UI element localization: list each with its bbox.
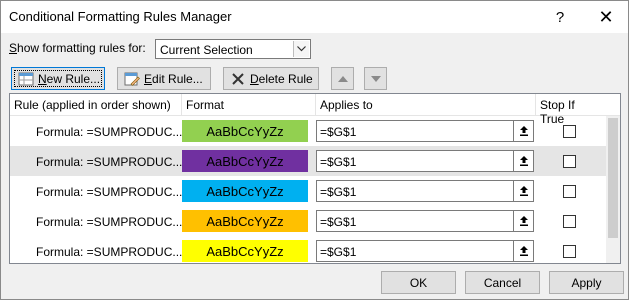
rule-row[interactable]: Formula: =SUMPRODUC... AaBbCcYyZz =$G$1 xyxy=(10,176,606,206)
rule-row[interactable]: Formula: =SUMPRODUC... AaBbCcYyZz =$G$1 xyxy=(10,146,606,176)
stop-if-true-checkbox[interactable] xyxy=(563,125,576,138)
format-preview: AaBbCcYyZz xyxy=(182,210,308,232)
rules-list-header: Rule (applied in order shown) Format App… xyxy=(10,94,620,126)
edit-rule-icon xyxy=(124,71,140,87)
delete-icon xyxy=(230,71,246,87)
collapse-dialog-button[interactable] xyxy=(513,151,533,171)
scrollbar-thumb[interactable] xyxy=(608,118,618,238)
stop-if-true-checkbox[interactable] xyxy=(563,215,576,228)
move-up-icon xyxy=(337,75,348,82)
stop-if-true-checkbox[interactable] xyxy=(563,185,576,198)
new-rule-icon xyxy=(18,71,34,87)
range-select-icon xyxy=(519,186,528,196)
rule-row[interactable]: Formula: =SUMPRODUC... AaBbCcYyZz =$G$1 xyxy=(10,116,606,146)
rule-description: Formula: =SUMPRODUC... xyxy=(36,125,183,139)
show-rules-select[interactable]: Current Selection xyxy=(155,39,311,59)
column-header-stop-if-true: Stop If True xyxy=(540,98,575,126)
rule-row[interactable]: Formula: =SUMPRODUC... AaBbCcYyZz =$G$1 xyxy=(10,236,606,263)
stop-if-true-checkbox[interactable] xyxy=(563,245,576,258)
applies-to-value: =$G$1 xyxy=(320,185,357,199)
rule-description: Formula: =SUMPRODUC... xyxy=(36,185,183,199)
applies-to-value: =$G$1 xyxy=(320,215,357,229)
column-header-rule: Rule (applied in order shown) xyxy=(10,94,182,116)
conditional-formatting-dialog: Conditional Formatting Rules Manager ? ✕… xyxy=(0,0,629,300)
range-select-icon xyxy=(519,126,528,136)
chevron-down-icon[interactable] xyxy=(293,41,309,57)
ok-button[interactable]: OK xyxy=(381,271,456,294)
applies-to-field[interactable]: =$G$1 xyxy=(316,120,534,142)
new-rule-label: New Rule... xyxy=(38,71,101,86)
collapse-dialog-button[interactable] xyxy=(513,181,533,201)
stop-if-true-checkbox[interactable] xyxy=(563,155,576,168)
rules-list: Rule (applied in order shown) Format App… xyxy=(9,93,621,264)
move-down-icon xyxy=(370,75,381,82)
rules-toolbar: New Rule... Edit Rule... Delete Rule xyxy=(1,63,628,93)
applies-to-value: =$G$1 xyxy=(320,245,357,259)
format-preview: AaBbCcYyZz xyxy=(182,150,308,172)
format-preview: AaBbCcYyZz xyxy=(182,120,308,142)
edit-rule-button[interactable]: Edit Rule... xyxy=(117,67,211,90)
format-preview: AaBbCcYyZz xyxy=(182,240,308,262)
new-rule-button[interactable]: New Rule... xyxy=(11,67,105,90)
move-up-button[interactable] xyxy=(331,67,354,90)
column-header-applies-to: Applies to xyxy=(316,94,536,116)
rules-scrollbar[interactable] xyxy=(606,116,620,263)
rule-description: Formula: =SUMPRODUC... xyxy=(36,155,183,169)
applies-to-field[interactable]: =$G$1 xyxy=(316,180,534,202)
delete-rule-button[interactable]: Delete Rule xyxy=(223,67,319,90)
show-rules-label: Show formatting rules for: xyxy=(9,41,146,55)
move-down-button[interactable] xyxy=(364,67,387,90)
delete-rule-label: Delete Rule xyxy=(250,71,313,86)
applies-to-value: =$G$1 xyxy=(320,125,357,139)
range-select-icon xyxy=(519,156,528,166)
applies-to-field[interactable]: =$G$1 xyxy=(316,150,534,172)
title-bar: Conditional Formatting Rules Manager ? ✕ xyxy=(1,1,628,33)
show-rules-value: Current Selection xyxy=(160,43,253,57)
format-preview: AaBbCcYyZz xyxy=(182,180,308,202)
rule-description: Formula: =SUMPRODUC... xyxy=(36,215,183,229)
apply-button[interactable]: Apply xyxy=(549,271,624,294)
collapse-dialog-button[interactable] xyxy=(513,121,533,141)
range-select-icon xyxy=(519,246,528,256)
rule-row[interactable]: Formula: =SUMPRODUC... AaBbCcYyZz =$G$1 xyxy=(10,206,606,236)
applies-to-field[interactable]: =$G$1 xyxy=(316,240,534,262)
collapse-dialog-button[interactable] xyxy=(513,211,533,231)
rule-description: Formula: =SUMPRODUC... xyxy=(36,245,183,259)
close-button[interactable]: ✕ xyxy=(583,1,629,33)
window-title: Conditional Formatting Rules Manager xyxy=(9,9,232,24)
applies-to-value: =$G$1 xyxy=(320,155,357,169)
applies-to-field[interactable]: =$G$1 xyxy=(316,210,534,232)
collapse-dialog-button[interactable] xyxy=(513,241,533,261)
column-header-format: Format xyxy=(182,94,316,116)
range-select-icon xyxy=(519,216,528,226)
help-button[interactable]: ? xyxy=(537,1,583,33)
edit-rule-label: Edit Rule... xyxy=(144,71,203,86)
cancel-button[interactable]: Cancel xyxy=(465,271,540,294)
